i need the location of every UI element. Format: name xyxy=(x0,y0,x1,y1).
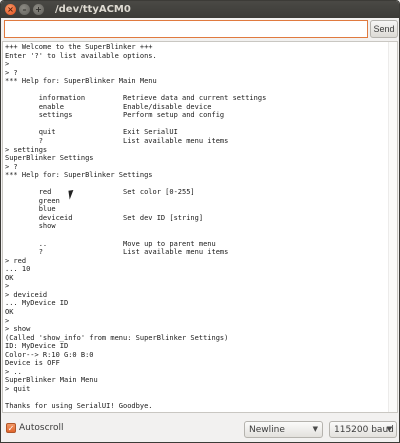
serial-output-console[interactable]: +++ Welcome to the SuperBlinker +++ Ente… xyxy=(2,41,398,413)
console-line: green xyxy=(5,196,60,205)
console-line: > .. xyxy=(5,367,22,376)
baud-rate-value: 115200 baud xyxy=(334,424,394,435)
console-line: > show xyxy=(5,325,31,334)
console-line: (Called 'show_info' from menu: SuperBlin… xyxy=(5,333,229,342)
console-line: +++ Welcome to the SuperBlinker +++ xyxy=(5,43,153,51)
console-line: Color--> R:10 G:0 B:0 xyxy=(5,350,94,359)
maximize-window-icon[interactable]: + xyxy=(33,4,44,15)
send-button[interactable]: Send xyxy=(370,20,398,38)
console-line: > xyxy=(5,282,10,291)
console-line: ... MyDevice ID xyxy=(5,299,69,308)
console-line: *** Help for: SuperBlinker Main Menu xyxy=(5,77,157,86)
console-line: > red xyxy=(5,256,27,265)
console-line: > ? xyxy=(5,162,18,171)
chevron-down-icon: ▼ xyxy=(312,425,318,433)
console-line: > quit xyxy=(5,384,31,393)
command-input[interactable] xyxy=(4,20,368,38)
minimize-window-icon[interactable]: – xyxy=(19,4,30,15)
autoscroll-label: Autoscroll xyxy=(19,423,64,433)
console-line: ID: MyDevice ID xyxy=(5,342,69,351)
console-line: .. Move up to parent menu xyxy=(5,239,216,248)
console-line: Thanks for using SerialUI! Goodbye. xyxy=(5,401,153,410)
console-line: settings Perform setup and config xyxy=(5,111,225,120)
console-line: red Set color [0-255] xyxy=(5,188,195,197)
console-line: quit Exit SerialUI xyxy=(5,128,178,137)
autoscroll-toggle[interactable]: ✓ Autoscroll xyxy=(6,423,64,433)
console-line: SuperBlinker Settings xyxy=(5,154,94,163)
window-title: /dev/ttyACM0 xyxy=(55,4,131,15)
line-ending-select[interactable]: Newline ▼ xyxy=(244,421,323,438)
console-line: > settings xyxy=(5,145,48,154)
console-line: deviceid Set dev ID [string] xyxy=(5,213,204,222)
status-bar: ✓ Autoscroll Newline ▼ 115200 baud ▼ xyxy=(1,417,399,442)
title-bar: × – + /dev/ttyACM0 xyxy=(1,1,399,18)
line-ending-value: Newline xyxy=(249,424,285,435)
chevron-down-icon: ▼ xyxy=(386,425,392,433)
console-line: SuperBlinker Main Menu xyxy=(5,376,98,385)
console-line: OK xyxy=(5,307,14,316)
console-line: *** Help for: SuperBlinker Settings xyxy=(5,171,153,180)
console-line: > xyxy=(5,316,10,325)
console-line: show xyxy=(5,222,56,231)
console-line: ? List available menu items xyxy=(5,248,229,257)
console-line: > ? xyxy=(5,68,18,77)
baud-rate-select[interactable]: 115200 baud ▼ xyxy=(329,421,397,438)
console-line: > deviceid xyxy=(5,290,48,299)
serial-monitor-window: × – + /dev/ttyACM0 Send +++ Welcome to t… xyxy=(0,0,400,443)
console-line: OK xyxy=(5,273,14,282)
console-line: information Retrieve data and current se… xyxy=(5,94,267,103)
console-line: ? List available menu items xyxy=(5,137,229,146)
console-line: enable Enable/disable device xyxy=(5,102,212,111)
close-window-icon[interactable]: × xyxy=(5,4,16,15)
console-line: blue xyxy=(5,205,56,214)
console-line: Enter '?' to list available options. xyxy=(5,51,157,60)
console-scrollbar[interactable] xyxy=(388,42,397,412)
console-line: > xyxy=(5,60,10,69)
mouse-pointer-icon xyxy=(68,189,80,200)
console-line: ... 10 xyxy=(5,265,31,274)
autoscroll-checkbox[interactable]: ✓ xyxy=(6,423,16,433)
console-text: +++ Welcome to the SuperBlinker +++ Ente… xyxy=(5,43,395,411)
console-line: Device is OFF xyxy=(5,359,60,368)
command-toolbar: Send xyxy=(4,20,398,38)
